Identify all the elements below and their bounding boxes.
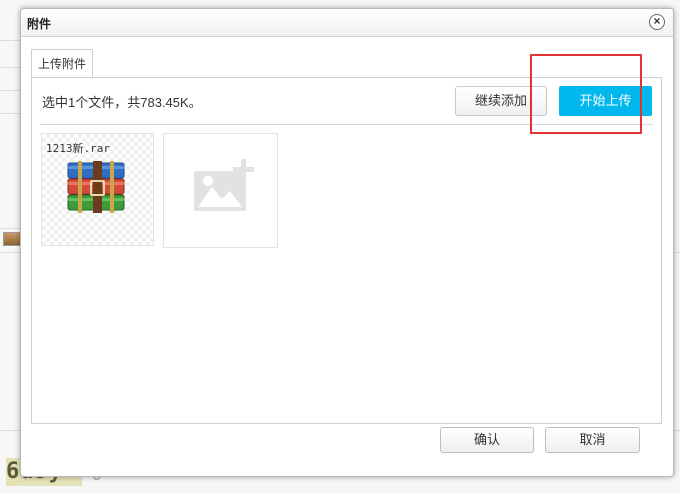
add-file-placeholder[interactable] — [163, 133, 278, 248]
upload-status-text: 选中1个文件，共783.45K。 — [42, 95, 202, 110]
add-image-icon — [194, 159, 254, 211]
background-divider — [0, 40, 22, 41]
background-image-icon — [3, 232, 21, 246]
close-icon[interactable]: × — [649, 14, 665, 30]
winrar-archive-icon — [67, 161, 125, 213]
dialog-titlebar[interactable]: 附件 × — [21, 9, 673, 37]
tab-upload-attachment[interactable]: 上传附件 — [31, 49, 94, 77]
cancel-button[interactable]: 取消 — [545, 427, 640, 453]
dialog-title: 附件 — [27, 17, 52, 31]
background-divider — [0, 67, 22, 68]
background-divider — [0, 90, 22, 91]
confirm-button[interactable]: 确认 — [440, 427, 534, 453]
file-item[interactable]: 1213新.rar — [41, 133, 154, 246]
background-divider — [0, 228, 22, 229]
start-upload-highlight-box — [530, 54, 642, 134]
file-name: 1213新.rar — [46, 142, 110, 155]
background-divider — [0, 113, 22, 114]
